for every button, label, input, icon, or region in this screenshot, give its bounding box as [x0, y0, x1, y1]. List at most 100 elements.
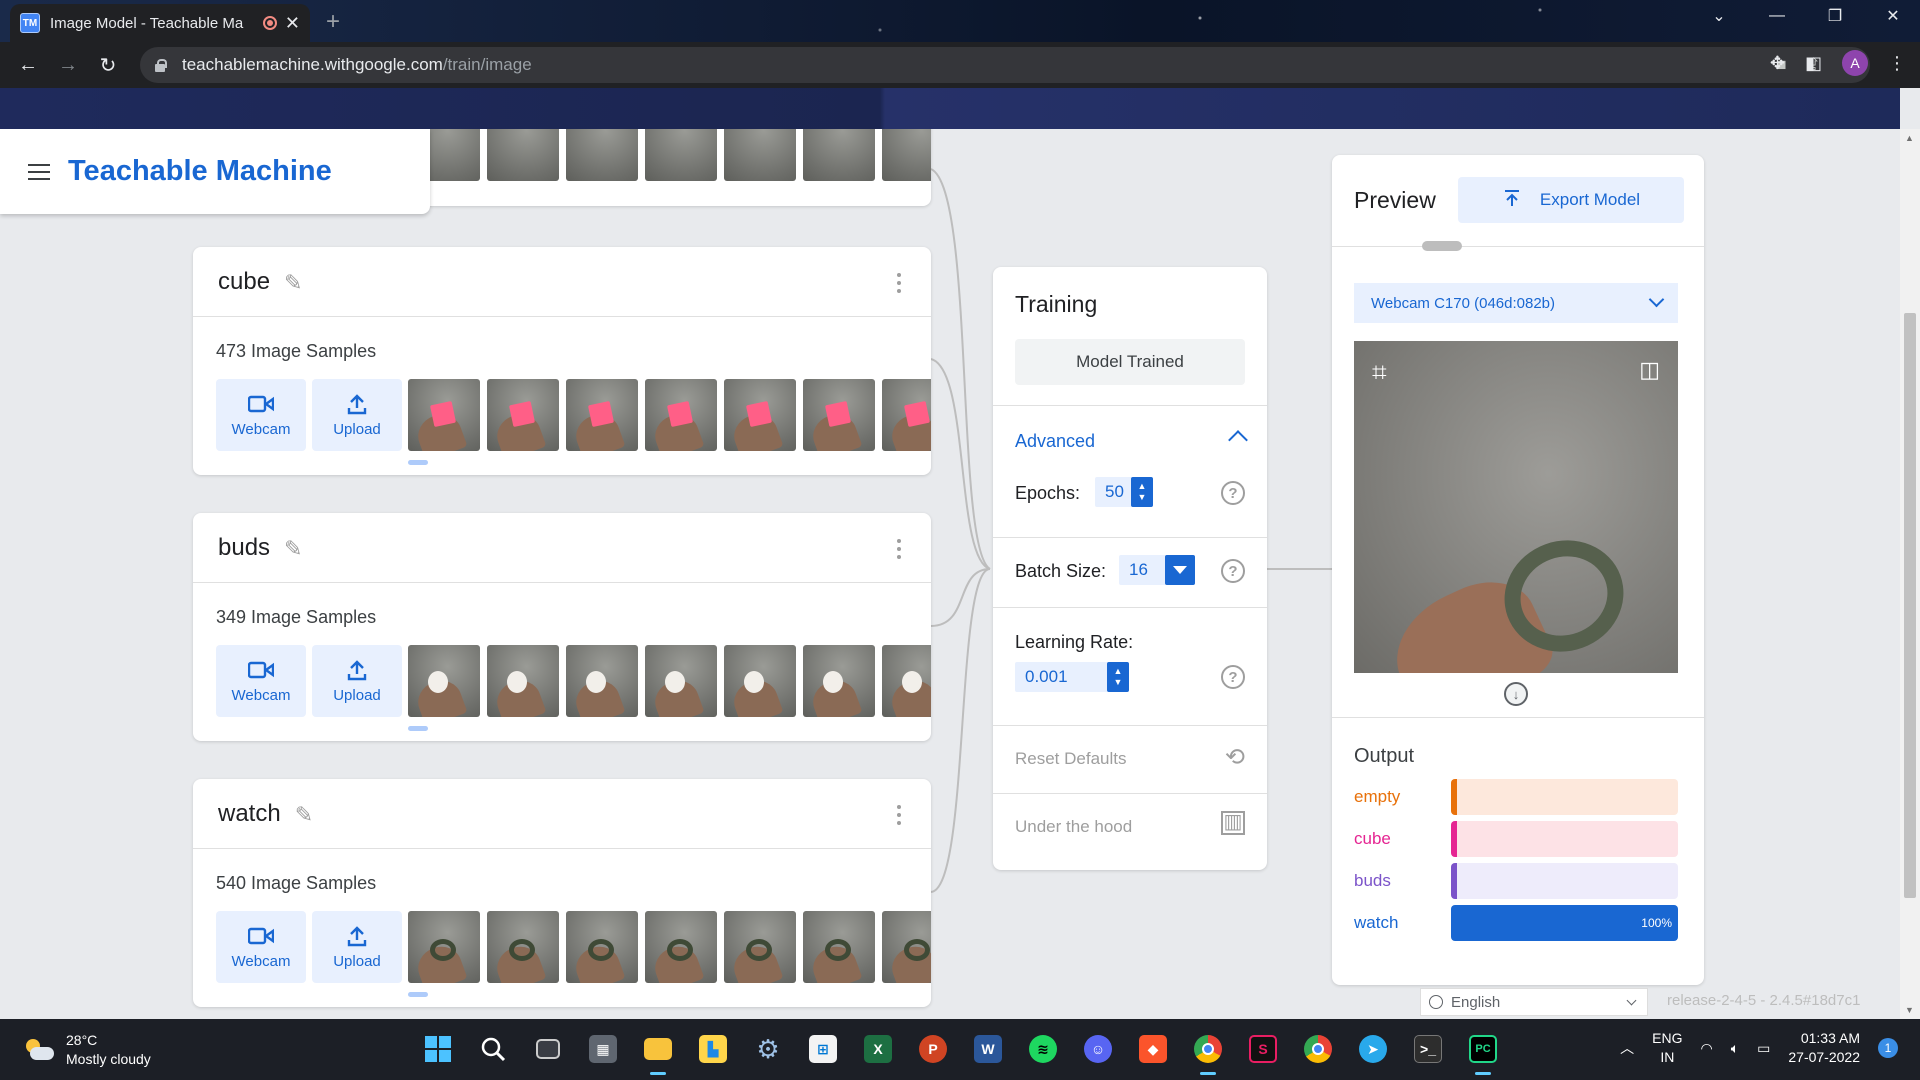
- sample-thumbnail[interactable]: [645, 645, 717, 717]
- microsoft-store-icon[interactable]: ⊞: [805, 1031, 841, 1067]
- epochs-input[interactable]: 50 ▲ ▼: [1095, 477, 1153, 507]
- sample-thumbnail[interactable]: [803, 129, 875, 181]
- sample-thumbnail[interactable]: [408, 911, 480, 983]
- forward-button[interactable]: →: [48, 54, 88, 77]
- sample-thumbnail[interactable]: [803, 645, 875, 717]
- thumbnail-scrollbar[interactable]: [408, 460, 428, 465]
- battery-icon[interactable]: ▭: [1757, 1040, 1770, 1057]
- upload-button[interactable]: Upload: [312, 911, 402, 983]
- sample-thumbnail[interactable]: [566, 129, 638, 181]
- edit-pencil-icon[interactable]: ✎: [284, 536, 308, 561]
- clock[interactable]: 01:33 AM 27-07-2022: [1788, 1029, 1860, 1067]
- wifi-icon[interactable]: ◠: [1701, 1040, 1713, 1057]
- batch-size-select[interactable]: 16: [1119, 555, 1195, 585]
- sample-thumbnail[interactable]: [724, 379, 796, 451]
- sample-thumbnail[interactable]: [566, 645, 638, 717]
- webcam-button[interactable]: Webcam: [216, 911, 306, 983]
- class-name[interactable]: buds: [218, 534, 270, 562]
- settings-gear-icon[interactable]: ⚙: [750, 1031, 786, 1067]
- help-icon[interactable]: ?: [1221, 665, 1245, 689]
- address-bar[interactable]: teachablemachine.withgoogle.com/train/im…: [140, 47, 1870, 83]
- flip-camera-icon[interactable]: ◫: [1639, 357, 1660, 383]
- app-logo[interactable]: Teachable Machine: [68, 155, 332, 188]
- help-icon[interactable]: ?: [1221, 559, 1245, 583]
- crop-icon[interactable]: ⌗: [1372, 357, 1387, 389]
- class-options-icon[interactable]: [897, 539, 901, 563]
- class-options-icon[interactable]: [897, 273, 901, 297]
- chrome-profile-icon[interactable]: [1190, 1031, 1226, 1075]
- input-toggle[interactable]: [1422, 241, 1462, 251]
- sample-thumbnail[interactable]: [882, 129, 931, 181]
- spotify-icon[interactable]: ≋: [1025, 1031, 1061, 1067]
- class-options-icon[interactable]: [897, 805, 901, 829]
- start-button[interactable]: [420, 1031, 456, 1067]
- input-language[interactable]: ENG IN: [1652, 1029, 1682, 1067]
- sample-thumbnail[interactable]: [487, 911, 559, 983]
- brave-browser-icon[interactable]: ◆: [1135, 1031, 1171, 1067]
- show-hidden-icons-chevron-icon[interactable]: ︿: [1620, 1038, 1634, 1058]
- profile-avatar[interactable]: A: [1842, 50, 1868, 76]
- sample-thumbnail[interactable]: [882, 911, 931, 983]
- sample-thumbnail[interactable]: [803, 911, 875, 983]
- sample-thumbnail[interactable]: [645, 911, 717, 983]
- weather-widget[interactable]: 28°C Mostly cloudy: [24, 1031, 151, 1069]
- telegram-icon[interactable]: ➤: [1355, 1031, 1391, 1067]
- dropdown-arrow-icon[interactable]: [1165, 555, 1195, 585]
- close-window-button[interactable]: ✕: [1864, 6, 1920, 26]
- minimize-button[interactable]: —: [1748, 7, 1806, 25]
- browser-tab[interactable]: TM Image Model - Teachable Ma ✕: [10, 4, 310, 42]
- pycharm-icon[interactable]: PC: [1465, 1031, 1501, 1075]
- epochs-stepper[interactable]: ▲ ▼: [1131, 477, 1153, 507]
- sample-thumbnail[interactable]: [487, 379, 559, 451]
- calculator-icon[interactable]: ▦: [585, 1031, 621, 1067]
- sample-thumbnail[interactable]: [803, 379, 875, 451]
- close-tab-icon[interactable]: ✕: [285, 13, 300, 34]
- powerpoint-icon[interactable]: P: [915, 1031, 951, 1067]
- side-panel-icon[interactable]: ◧: [1805, 53, 1822, 74]
- export-model-button[interactable]: Export Model: [1458, 177, 1684, 223]
- restore-button[interactable]: ❐: [1806, 6, 1864, 26]
- sample-thumbnail[interactable]: [566, 911, 638, 983]
- upload-button[interactable]: Upload: [312, 379, 402, 451]
- sample-thumbnail[interactable]: [724, 645, 796, 717]
- chevron-up-icon[interactable]: [1228, 430, 1248, 450]
- scroll-down-icon[interactable]: ▼: [1905, 1005, 1914, 1015]
- excel-icon[interactable]: X: [860, 1031, 896, 1067]
- help-icon[interactable]: ?: [1221, 481, 1245, 505]
- file-explorer-icon[interactable]: [640, 1031, 676, 1075]
- class-name[interactable]: watch: [218, 800, 281, 828]
- page-scrollbar[interactable]: ▲ ▼: [1900, 129, 1920, 1019]
- webcam-device-select[interactable]: Webcam C170 (046d:082b): [1354, 283, 1678, 323]
- scroll-up-icon[interactable]: ▲: [1905, 133, 1914, 143]
- thumbnail-scrollbar[interactable]: [408, 726, 428, 731]
- learning-rate-input[interactable]: 0.001 ▲ ▼: [1015, 662, 1129, 692]
- sample-thumbnail[interactable]: [487, 129, 559, 181]
- bar-chart-icon[interactable]: ▥: [1221, 811, 1245, 835]
- menu-hamburger-icon[interactable]: [28, 159, 50, 185]
- reset-defaults-button[interactable]: Reset Defaults: [1015, 749, 1127, 769]
- sample-thumbnail[interactable]: [566, 379, 638, 451]
- learning-rate-stepper[interactable]: ▲ ▼: [1107, 662, 1129, 692]
- edit-pencil-icon[interactable]: ✎: [295, 802, 319, 827]
- chrome-icon[interactable]: [1300, 1031, 1336, 1067]
- thumbnail-scrollbar[interactable]: [408, 992, 428, 997]
- edit-pencil-icon[interactable]: ✎: [284, 270, 308, 295]
- chrome-menu-icon[interactable]: ⋮: [1888, 53, 1906, 74]
- files-app-icon[interactable]: ▙: [695, 1031, 731, 1067]
- sample-thumbnail[interactable]: [882, 379, 931, 451]
- new-tab-button[interactable]: +: [326, 8, 340, 36]
- discord-icon[interactable]: ☺: [1080, 1031, 1116, 1067]
- sample-thumbnail[interactable]: [408, 379, 480, 451]
- volume-icon[interactable]: 🔈︎: [1731, 1040, 1739, 1057]
- language-select[interactable]: English: [1420, 988, 1648, 1016]
- terminal-icon[interactable]: >_: [1410, 1031, 1446, 1067]
- reload-button[interactable]: ↻: [88, 53, 128, 78]
- sample-thumbnail[interactable]: [645, 379, 717, 451]
- history-icon[interactable]: ⟲: [1225, 743, 1245, 772]
- tab-search-icon[interactable]: ⌄: [1690, 6, 1748, 26]
- notification-badge[interactable]: 1: [1878, 1038, 1898, 1058]
- under-the-hood-button[interactable]: Under the hood: [1015, 817, 1132, 837]
- scrollbar-thumb[interactable]: [1904, 313, 1916, 898]
- back-button[interactable]: ←: [8, 54, 48, 77]
- advanced-toggle[interactable]: Advanced: [1015, 431, 1095, 452]
